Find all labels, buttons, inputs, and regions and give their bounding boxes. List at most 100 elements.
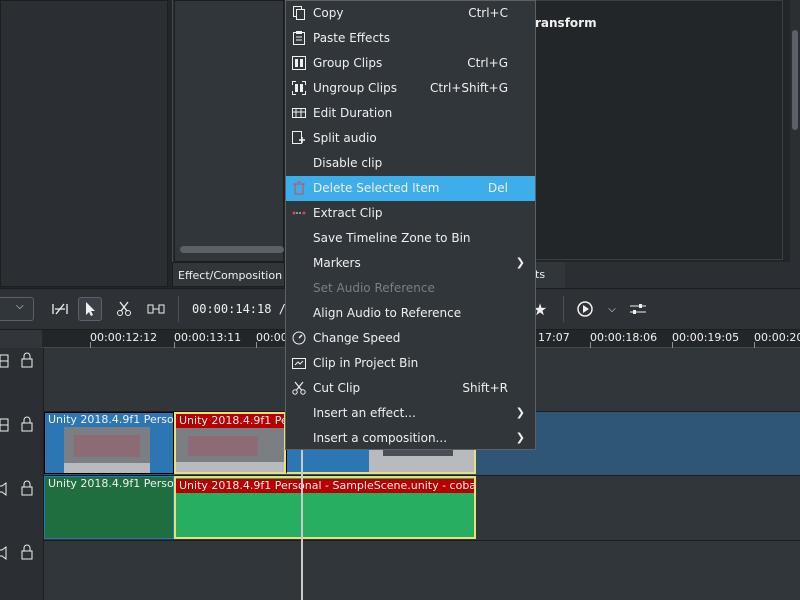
effect-stack-area (174, 0, 284, 262)
menu-item-label: Ungroup Clips (313, 81, 397, 95)
transform-title: ransform (535, 16, 597, 30)
lock-icon[interactable] (20, 416, 34, 435)
track-divider (0, 540, 800, 541)
record-button[interactable] (573, 297, 597, 321)
chevron-right-icon: ❯ (515, 406, 525, 419)
speed-icon (292, 331, 306, 345)
lock-icon[interactable] (20, 480, 34, 499)
toolbar-separator (178, 296, 179, 322)
ruler-corner (0, 330, 42, 348)
menu-item-group-clips[interactable]: Group Clips Ctrl+G (286, 51, 535, 76)
record-options-button[interactable]: ⌵ (600, 297, 624, 321)
record-icon (577, 301, 593, 317)
spacer-tool-button[interactable] (48, 297, 72, 321)
chevron-down-icon: ⌵ (16, 301, 24, 312)
toolbar-separator (563, 296, 564, 322)
menu-item-paste-effects[interactable]: Paste Effects (286, 26, 535, 51)
clip-thumbnail (369, 448, 474, 472)
menu-item-copy[interactable]: Copy Ctrl+C (286, 1, 535, 26)
horizontal-scrollbar[interactable] (180, 246, 284, 253)
pointer-icon (86, 302, 95, 316)
menu-item-label: Extract Clip (313, 206, 383, 220)
menu-item-label: Save Timeline Zone to Bin (313, 231, 471, 245)
ruler-tick-label: 00:00:18:06 (590, 331, 658, 344)
audio-clip-selected[interactable]: Unity 2018.4.9f1 Personal - SampleScene.… (174, 476, 476, 539)
menu-item-insert-composition[interactable]: Insert a composition... ❯ (286, 426, 535, 451)
ruler-tick-label: 00:00:12:12 (90, 331, 158, 344)
video-clip-selected[interactable]: Unity 2018.4.9f1 Perso (174, 412, 286, 474)
slip-tool-button[interactable] (144, 297, 168, 321)
clip-label: Unity 2018.4.9f1 Personal (48, 477, 174, 490)
audio-clip[interactable]: Unity 2018.4.9f1 Personal (44, 476, 174, 539)
lock-icon[interactable] (20, 544, 34, 563)
menu-item-shortcut: Ctrl+G (467, 56, 508, 70)
properties-area (535, 0, 783, 260)
vertical-scrollbar-thumb[interactable] (792, 30, 798, 130)
context-menu: Copy Ctrl+C Paste Effects Group Clips Ct… (285, 0, 536, 450)
extract-icon (292, 206, 306, 220)
menu-item-clip-in-project-bin[interactable]: Clip in Project Bin (286, 351, 535, 376)
trash-icon (292, 181, 306, 195)
paste-icon (292, 31, 306, 45)
timecode-display[interactable]: 00:00:14:18 / (192, 302, 286, 316)
menu-item-split-audio[interactable]: Split audio (286, 126, 535, 151)
menu-item-shortcut: Ctrl+C (468, 6, 508, 20)
ruler-tick-label: 00:00:13:11 (174, 331, 242, 344)
menu-item-ungroup-clips[interactable]: Ungroup Clips Ctrl+Shift+G (286, 76, 535, 101)
ruler-tick-label: 00:00:19:05 (672, 331, 740, 344)
clip-thumbnail (176, 428, 284, 472)
menu-item-edit-duration[interactable]: Edit Duration (286, 101, 535, 126)
track-mode-combo[interactable]: ⌵ (0, 297, 34, 321)
menu-item-insert-effect[interactable]: Insert an effect... ❯ (286, 401, 535, 426)
menu-item-shortcut: Del (488, 181, 508, 195)
menu-item-delete-selected-item[interactable]: Delete Selected Item Del (286, 176, 535, 201)
menu-item-label: Insert a composition... (313, 431, 448, 445)
razor-tool-button[interactable] (112, 297, 136, 321)
tab-effect-composition-stack[interactable]: Effect/Composition Sta (172, 262, 285, 287)
scissors-icon (117, 301, 131, 316)
menu-item-label: Align Audio to Reference (313, 306, 462, 320)
menu-item-change-speed[interactable]: Change Speed (286, 326, 535, 351)
split-audio-icon (292, 131, 306, 145)
menu-item-label: Group Clips (313, 56, 383, 70)
slip-icon (147, 304, 165, 314)
menu-item-label: Split audio (313, 131, 377, 145)
menu-item-shortcut: Shift+R (462, 381, 508, 395)
menu-item-markers[interactable]: Markers ❯ (286, 251, 535, 276)
mixer-icon (630, 304, 646, 314)
mixer-button[interactable] (626, 297, 650, 321)
menu-item-label: Clip in Project Bin (313, 356, 419, 370)
menu-item-save-timeline-zone[interactable]: Save Timeline Zone to Bin (286, 226, 535, 251)
menu-item-align-audio[interactable]: Align Audio to Reference (286, 301, 535, 326)
menu-item-label: Delete Selected Item (313, 181, 440, 195)
menu-item-extract-clip[interactable]: Extract Clip (286, 201, 535, 226)
ruler-tick-label: 00:00:20: (754, 331, 800, 344)
selection-tool-button[interactable] (78, 297, 102, 321)
video-toggle-icon[interactable] (0, 353, 10, 372)
chevron-down-icon: ⌵ (608, 303, 616, 315)
spacer-icon (52, 303, 68, 315)
speaker-icon[interactable] (0, 481, 10, 500)
menu-item-label: Copy (313, 6, 344, 20)
scissors-icon (292, 381, 306, 395)
right-tab-bar (535, 262, 800, 288)
video-clip[interactable]: Unity 2018.4.9f1 Personal (44, 412, 174, 474)
menu-item-label: Disable clip (313, 156, 383, 170)
menu-item-label: Set Audio Reference (313, 281, 435, 295)
lock-icon[interactable] (20, 352, 34, 371)
speaker-icon[interactable] (0, 545, 10, 564)
menu-item-cut-clip[interactable]: Cut Clip Shift+R (286, 376, 535, 401)
ungroup-icon (292, 81, 306, 95)
copy-icon (292, 6, 306, 20)
menu-item-label: Paste Effects (313, 31, 390, 45)
menu-item-label: Markers (313, 256, 361, 270)
menu-item-label: Change Speed (313, 331, 401, 345)
ruler-tick-label: 17:07 (538, 331, 570, 344)
tab-effects[interactable]: ts (535, 262, 565, 288)
menu-item-shortcut: Ctrl+Shift+G (429, 81, 508, 95)
menu-item-disable-clip[interactable]: Disable clip (286, 151, 535, 176)
chevron-right-icon: ❯ (515, 431, 525, 444)
clip-label: Unity 2018.4.9f1 Personal (48, 413, 174, 426)
video-toggle-icon[interactable] (0, 417, 10, 436)
audio-track-2[interactable] (44, 540, 800, 600)
